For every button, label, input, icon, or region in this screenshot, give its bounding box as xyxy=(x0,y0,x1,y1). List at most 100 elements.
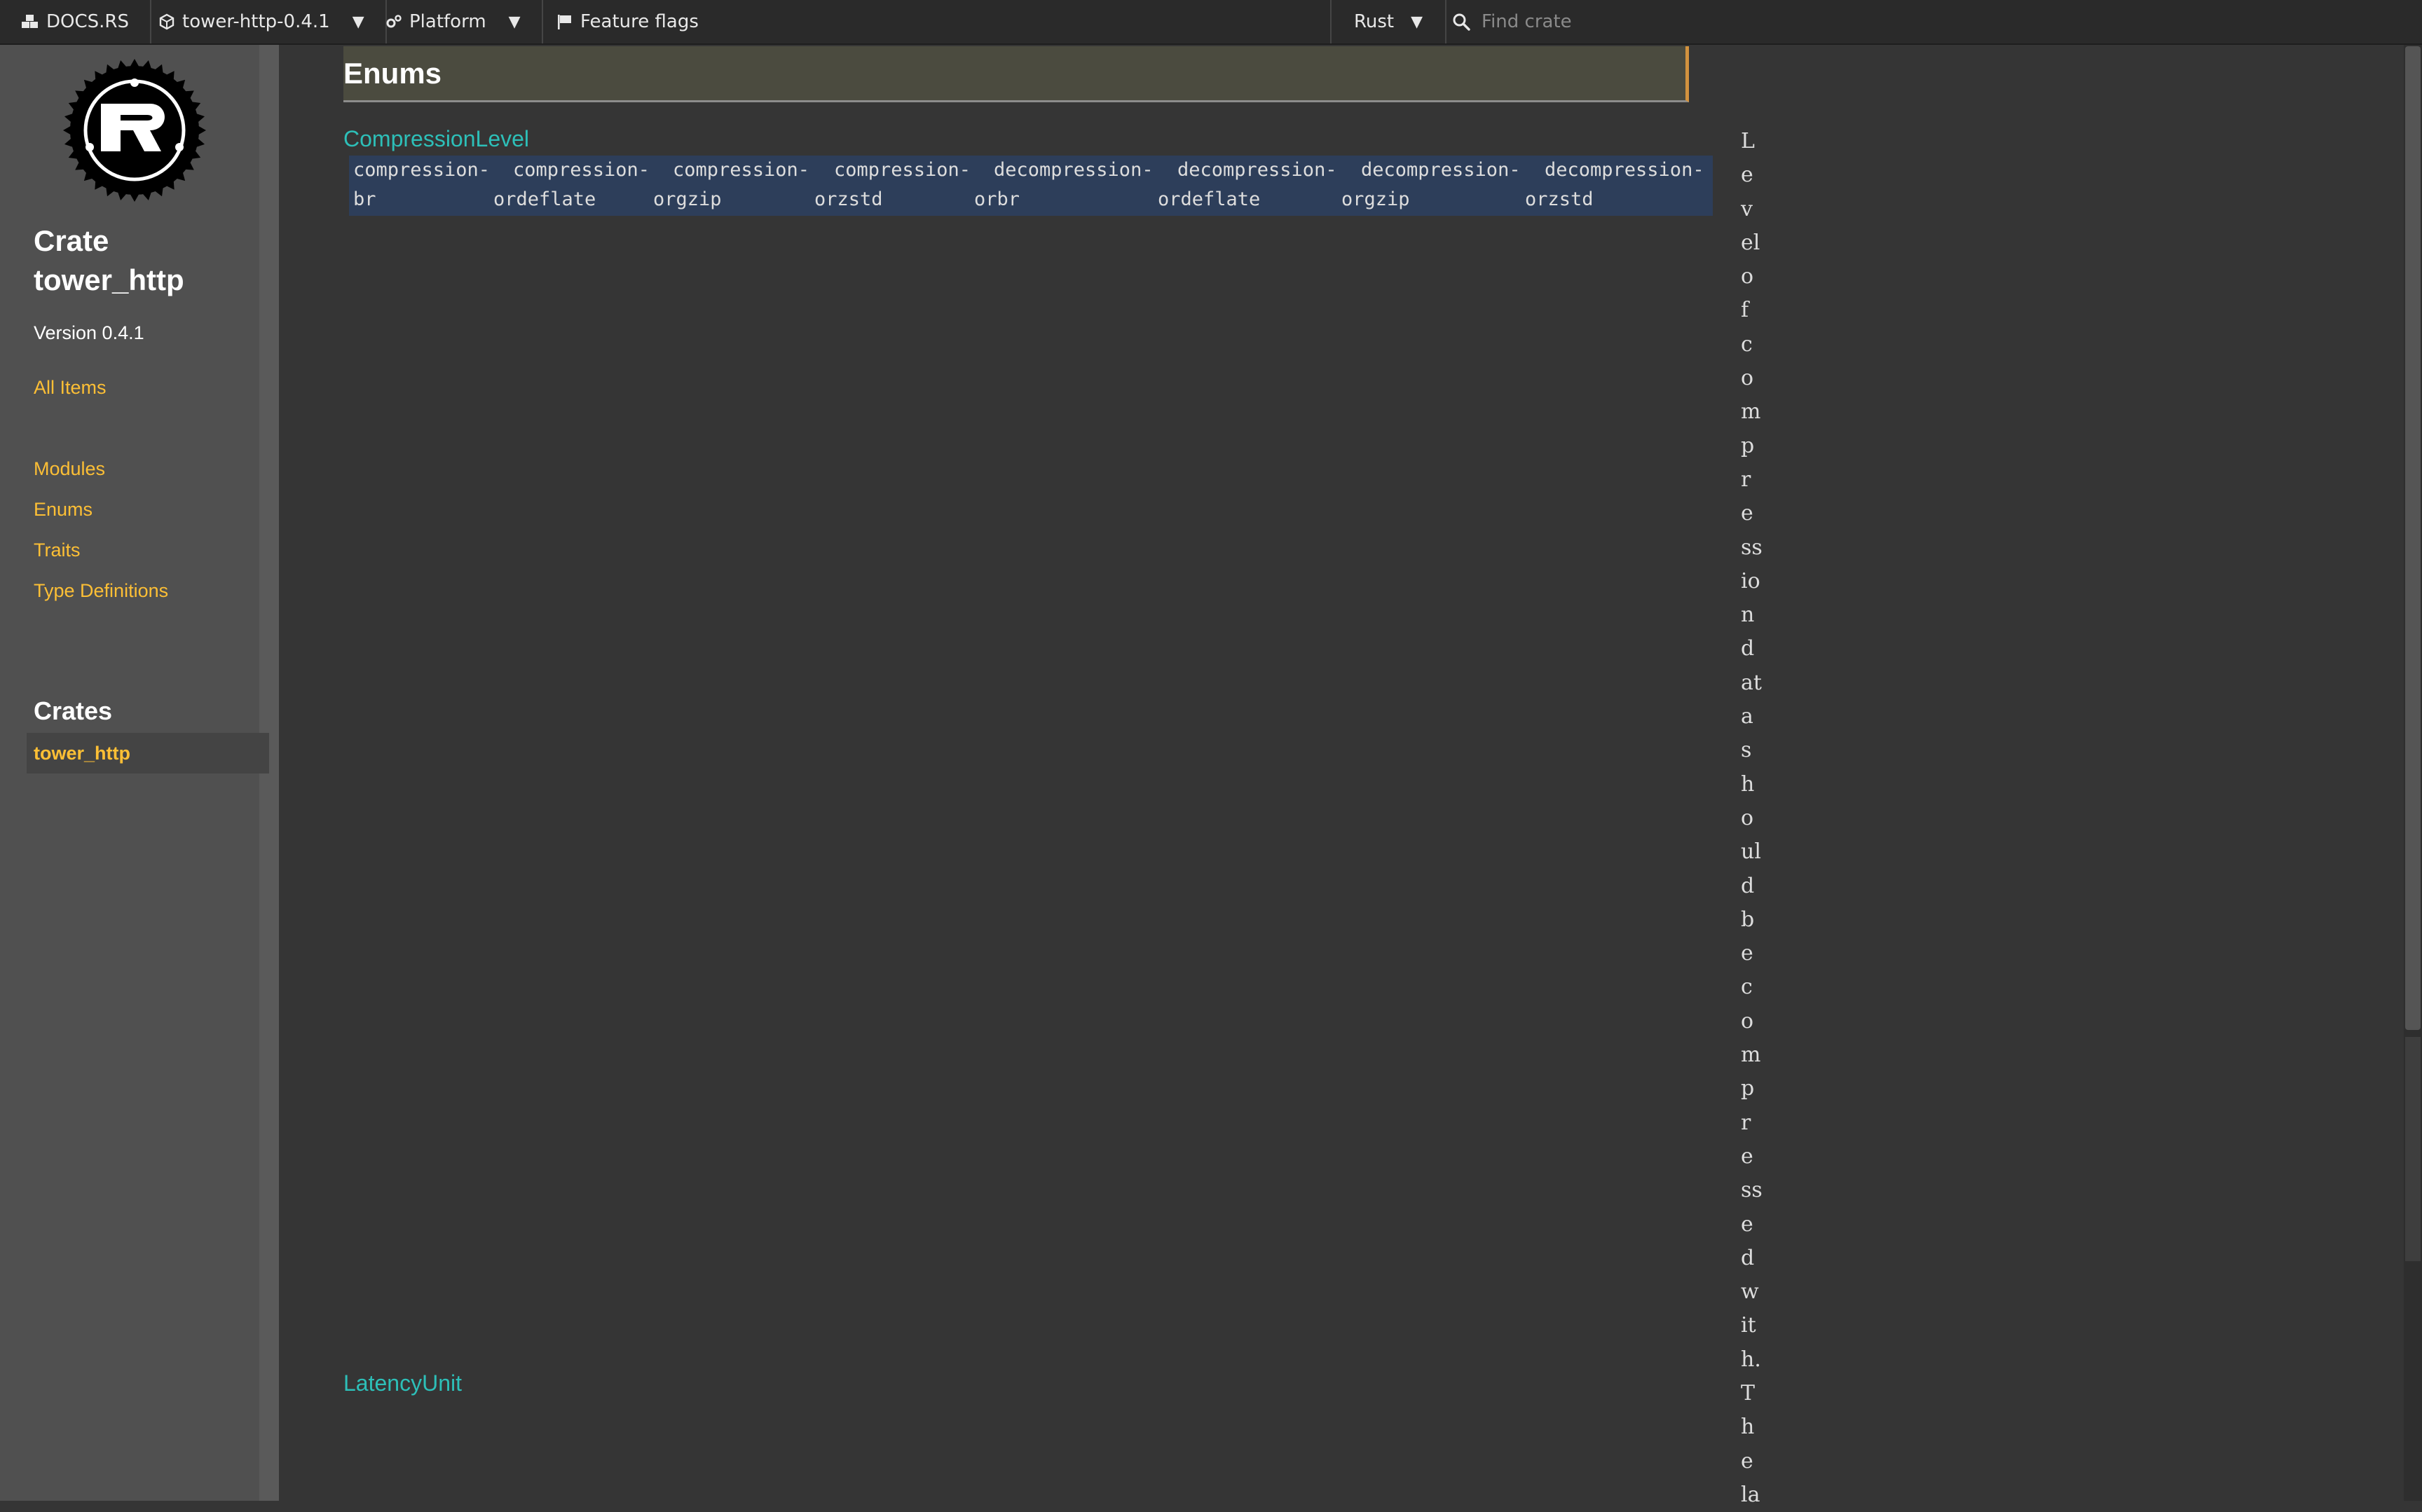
description-fragment: e xyxy=(1741,1211,1753,1237)
crate-name: tower_http xyxy=(34,263,184,296)
description-fragment: e xyxy=(1741,1448,1753,1473)
feature-tag: decompression- xyxy=(1361,159,1521,181)
description-fragment: p xyxy=(1741,433,1755,458)
feature-tag: orgzip xyxy=(653,188,722,210)
description-fragment: e xyxy=(1741,1143,1753,1169)
feature-tag: decompression- xyxy=(1545,159,1704,181)
description-fragment: s xyxy=(1741,738,1752,763)
crate-version: Version 0.4.1 xyxy=(34,322,144,343)
description-fragment: m xyxy=(1741,399,1761,425)
description-fragment: o xyxy=(1741,366,1754,391)
feature-tag: compression- xyxy=(513,159,650,181)
description-fragment: o xyxy=(1741,805,1754,830)
sidebar-link-all-items[interactable]: All Items xyxy=(34,377,107,399)
platform-menu[interactable]: Platform ▼ xyxy=(364,0,543,43)
description-fragment: h xyxy=(1741,1415,1755,1440)
cogs-icon xyxy=(386,15,402,28)
description-fragment: m xyxy=(1741,1043,1761,1068)
feature-tag: decompression- xyxy=(1177,159,1337,181)
feature-tag: compression- xyxy=(673,159,810,181)
description-fragment: ss xyxy=(1741,1178,1763,1203)
crates-heading: Crates xyxy=(34,696,113,725)
sidebar-link-type-definitions[interactable]: Type Definitions xyxy=(34,580,168,602)
sidebar-link-modules[interactable]: Modules xyxy=(34,458,105,480)
description-fragment: v xyxy=(1741,196,1753,221)
description-fragment: f xyxy=(1741,298,1749,323)
crate-heading: Crate tower_http xyxy=(34,221,184,300)
description-fragment: at xyxy=(1741,670,1762,695)
find-crate-input[interactable] xyxy=(1480,11,2111,33)
feature-tag: orzstd xyxy=(814,188,883,210)
description-fragment: d xyxy=(1741,636,1755,661)
sidebar-scrollbar[interactable] xyxy=(269,45,279,1501)
enum-link-latency-unit[interactable]: LatencyUnit xyxy=(343,1370,462,1396)
description-fragment: it xyxy=(1741,1313,1756,1338)
description-fragment: io xyxy=(1741,568,1760,593)
description-fragment: o xyxy=(1741,264,1754,289)
sidebar-link-traits[interactable]: Traits xyxy=(34,539,81,561)
search-icon xyxy=(1453,13,1470,31)
crate-search xyxy=(1442,0,2422,43)
chevron-down-icon: ▼ xyxy=(1411,13,1423,31)
crate-version-label: tower-http-0.4.1 xyxy=(182,11,330,32)
description-fragment: c xyxy=(1741,975,1753,1000)
section-header-enums: Enums xyxy=(343,46,1689,102)
description-fragment: n xyxy=(1741,603,1755,628)
page-scrollbar-lower xyxy=(2405,1037,2421,1261)
platform-label: Platform xyxy=(409,11,486,32)
section-title: Enums xyxy=(343,56,442,90)
description-fragment: d xyxy=(1741,873,1755,898)
description-fragment: a xyxy=(1741,704,1753,729)
cube-icon xyxy=(159,13,175,30)
docsrs-label: DOCS.RS xyxy=(46,11,129,32)
description-fragment: e xyxy=(1741,941,1753,966)
feature-tag: br xyxy=(353,188,376,210)
crate-prefix: Crate xyxy=(34,224,109,257)
description-fragment: r xyxy=(1741,467,1751,492)
cubes-icon xyxy=(22,15,38,28)
description-fragment: r xyxy=(1741,1110,1751,1135)
description-fragment: e xyxy=(1741,163,1753,188)
description-fragment: ul xyxy=(1741,839,1761,865)
description-fragment: el xyxy=(1741,230,1760,255)
description-fragment: e xyxy=(1741,501,1753,526)
feature-tag: ordeflate xyxy=(1158,188,1261,210)
flag-icon xyxy=(558,15,571,29)
page-scrollbar-thumb[interactable] xyxy=(2405,46,2421,1030)
description-fragment: d xyxy=(1741,1245,1755,1270)
description-fragment: b xyxy=(1741,907,1755,932)
feature-flags-label: Feature flags xyxy=(580,11,699,32)
sidebar: Crate tower_http Version 0.4.1 All Items… xyxy=(0,45,269,1501)
docsrs-home-link[interactable]: DOCS.RS xyxy=(0,0,151,43)
enum-link-compression-level[interactable]: CompressionLevel xyxy=(343,126,529,152)
feature-tag: decompression- xyxy=(994,159,1154,181)
description-fragment: w xyxy=(1741,1279,1759,1305)
feature-tags-row: compression- br compression- ordeflate c… xyxy=(349,156,1713,216)
feature-flags-link[interactable]: Feature flags xyxy=(535,0,720,43)
compression-level-description: Le v el o f c o m p r e ss io n d at a s h o ul d b e c o m p r e ss e d… xyxy=(1741,125,1776,1512)
top-navigation-bar: DOCS.RS tower-http-0.4.1 ▼ Platform ▼ Fe… xyxy=(0,0,2422,45)
description-fragment: ss xyxy=(1741,535,1763,560)
feature-tag: compression- xyxy=(834,159,971,181)
sidebar-crate-tower-http[interactable]: tower_http xyxy=(27,733,269,774)
sidebar-link-enums[interactable]: Enums xyxy=(34,499,93,521)
feature-tag: orgzip xyxy=(1341,188,1410,210)
description-fragment: T xyxy=(1741,1380,1756,1406)
description-fragment: h xyxy=(1741,771,1755,797)
feature-tag: orzstd xyxy=(1525,188,1594,210)
feature-tag: orbr xyxy=(974,188,1020,210)
feature-tag: ordeflate xyxy=(493,188,596,210)
description-fragment: L xyxy=(1741,129,1755,153)
description-fragment: c xyxy=(1741,331,1753,357)
crate-version-menu[interactable]: tower-http-0.4.1 ▼ xyxy=(137,0,387,43)
rust-logo-icon[interactable] xyxy=(63,59,206,202)
rust-label: Rust xyxy=(1354,11,1395,32)
rust-menu[interactable]: Rust ▼ xyxy=(1330,0,1447,43)
description-fragment: h. xyxy=(1741,1347,1761,1372)
description-fragment: p xyxy=(1741,1076,1755,1101)
description-fragment: la xyxy=(1741,1482,1760,1507)
current-crate-label: tower_http xyxy=(34,742,130,764)
chevron-down-icon: ▼ xyxy=(352,13,364,31)
description-fragment: o xyxy=(1741,1008,1754,1033)
feature-tag: compression- xyxy=(353,159,491,181)
